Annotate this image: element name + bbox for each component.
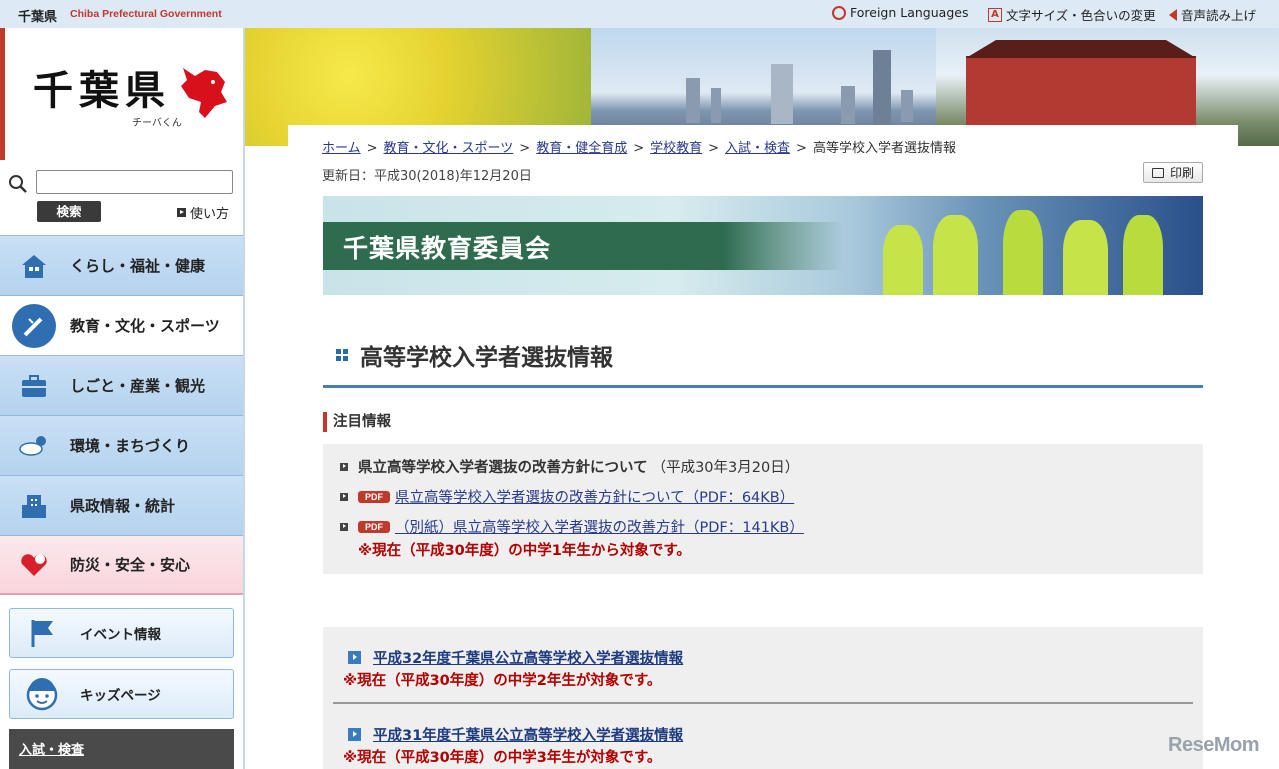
nav-living-welfare-health[interactable]: くらし・福祉・健康 [0, 235, 243, 295]
breadcrumb-entrance-exams[interactable]: 入試・検査 [725, 141, 790, 156]
pdf-icon: PDF [358, 490, 390, 503]
site-logo[interactable]: 千葉県 チーバくん [0, 28, 243, 160]
nav-prefecture-info-statistics[interactable]: 県政情報・統計 [0, 475, 243, 535]
list-item[interactable]: 平成31年度千葉県公立高等学校入学者選抜情報 [348, 724, 683, 745]
chiba-kun-mascot-icon [181, 68, 227, 118]
breadcrumb-education-culture-sports[interactable]: 教育・文化・スポーツ [384, 141, 514, 156]
house-icon [12, 244, 56, 288]
page-title: 高等学校入学者選抜情報 [336, 338, 613, 372]
print-button[interactable]: 印刷 [1143, 162, 1203, 183]
notice-item-title: 県立高等学校入学者選抜の改善方針について （平成30年3月20日） [340, 456, 799, 477]
bullet-arrow-icon [340, 522, 348, 531]
briefcase-icon [12, 364, 56, 408]
globe-icon [832, 5, 846, 20]
list-item[interactable]: 平成32年度千葉県公立高等学校入学者選抜情報 [348, 647, 683, 668]
speech-link[interactable]: 音声読み上げ [1169, 5, 1256, 24]
title-rule [323, 385, 1203, 388]
sidebar: 千葉県 チーバくん 検索 使い方 くらし・福祉・健康 教育・文化・スポーツ しご… [0, 28, 245, 769]
nav-environment-town[interactable]: 環境・まちづくり [0, 415, 243, 475]
education-board-banner: 千葉県教育委員会 [323, 196, 1203, 295]
breadcrumb-home[interactable]: ホーム [322, 141, 361, 156]
breadcrumb: ホーム > 教育・文化・スポーツ > 教育・健全育成 > 学校教育 > 入試・検査 > 高等学校入学… [322, 141, 956, 156]
flag-icon [22, 613, 62, 653]
main-content: ホーム > 教育・文化・スポーツ > 教育・健全育成 > 学校教育 > 入試・検査 > 高等学校入学… [288, 125, 1238, 769]
exam-info-list: 平成32年度千葉県公立高等学校入学者選抜情報 ※現在（平成30年度）の中学2年生… [323, 627, 1203, 769]
search-input[interactable] [36, 170, 233, 194]
updated-date: 更新日：平成30(2018)年12月20日 [322, 169, 532, 184]
banner-title: 千葉県教育委員会 [343, 234, 552, 263]
notice-box: 県立高等学校入学者選抜の改善方針について （平成30年3月20日） PDF 県立… [323, 444, 1203, 574]
kids-page-button[interactable]: キッズページ [9, 669, 234, 719]
heart-icon [12, 543, 56, 587]
watermark: ReseMom [1168, 734, 1259, 756]
top-bar: 千葉県 Chiba Prefectural Government Foreign… [0, 0, 1279, 28]
breadcrumb-school-education[interactable]: 学校教育 [650, 141, 702, 156]
howto-link[interactable]: 使い方 [177, 203, 229, 222]
list-item-note: ※現在（平成30年度）の中学2年生が対象です。 [343, 673, 662, 689]
pen-icon [12, 303, 56, 348]
arrow-right-icon [348, 651, 361, 664]
arrow-right-icon [348, 728, 361, 741]
event-info-button[interactable]: イベント情報 [9, 608, 234, 658]
list-divider [333, 702, 1193, 704]
nav-work-industry-tourism[interactable]: しごと・産業・観光 [0, 355, 243, 415]
building-icon [12, 484, 56, 528]
bullet-arrow-icon [340, 492, 348, 501]
font-size-icon: A [988, 7, 1002, 22]
notice-pdf-link-2[interactable]: PDF （別紙）県立高等学校入学者選抜の改善方針（PDF：141KB） [340, 516, 804, 537]
sidebar-section-entrance-exams[interactable]: 入試・検査 [9, 729, 234, 769]
list-item-note: ※現在（平成30年度）の中学3年生が対象です。 [343, 750, 662, 766]
breadcrumb-education-healthy-development[interactable]: 教育・健全育成 [536, 141, 627, 156]
notice-pdf-link-1[interactable]: PDF 県立高等学校入学者選抜の改善方針について（PDF：64KB） [340, 486, 794, 507]
printer-icon [1151, 167, 1164, 178]
bullet-arrow-icon [340, 462, 348, 471]
prefecture-name: 千葉県 [18, 10, 58, 25]
nav-disaster-safety[interactable]: 防災・安全・安心 [0, 535, 243, 595]
pdf-icon: PDF [358, 520, 390, 533]
arrow-right-icon [177, 208, 186, 217]
notice-note: ※現在（平成30年度）の中学1年生から対象です。 [358, 543, 691, 559]
font-color-link[interactable]: A 文字サイズ・色合いの変更 [988, 5, 1156, 24]
grid-bullet-icon [336, 349, 348, 361]
kid-face-icon [22, 674, 62, 714]
prefecture-name-en: Chiba Prefectural Government [70, 8, 222, 20]
search-icon [9, 175, 27, 193]
breadcrumb-current: 高等学校入学者選抜情報 [812, 141, 956, 156]
foreign-languages-link[interactable]: Foreign Languages [832, 5, 968, 20]
nav-education-culture-sports[interactable]: 教育・文化・スポーツ [0, 295, 243, 355]
search-button[interactable]: 検索 [37, 201, 101, 222]
notice-heading: 注目情報 [323, 412, 391, 432]
weather-icon [12, 424, 56, 468]
speaker-icon [1169, 8, 1177, 21]
